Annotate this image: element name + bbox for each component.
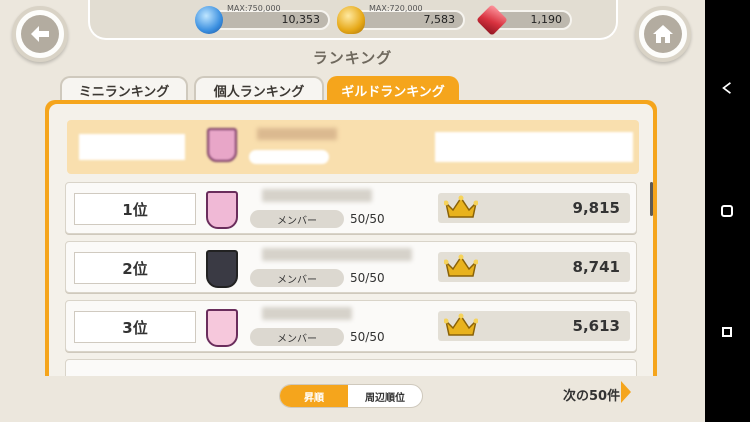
- app-screen: MAX:750,000 10,353 MAX:720,000 7,583 1,1…: [0, 0, 705, 422]
- member-count: 50/50: [350, 271, 385, 285]
- ranking-row[interactable]: 2位 メンバー 50/50 8,741: [65, 241, 637, 293]
- score-box: 8,741: [438, 252, 630, 282]
- my-score-box: [435, 132, 633, 162]
- resource-blue: MAX:750,000 10,353: [195, 4, 330, 34]
- nav-recents-icon[interactable]: [721, 326, 733, 338]
- resource-value: 1,190: [530, 13, 563, 26]
- rank-label: 3位: [74, 311, 196, 343]
- gold-heart-icon: [337, 6, 365, 34]
- resource-gold: MAX:720,000 7,583: [337, 4, 465, 34]
- nav-back-icon[interactable]: [721, 82, 733, 94]
- score-value: 5,613: [572, 317, 620, 335]
- resource-red: 1,190: [476, 4, 572, 36]
- rank-label: 2位: [74, 252, 196, 284]
- sort-nearby-button[interactable]: 周辺順位: [348, 385, 422, 407]
- resource-value: 10,353: [281, 13, 321, 26]
- tab-mini-ranking[interactable]: ミニランキング: [60, 76, 188, 102]
- resource-value: 7,583: [423, 13, 456, 26]
- guild-name: [262, 307, 352, 320]
- member-count: 50/50: [350, 212, 385, 226]
- resource-max-label: MAX:720,000: [369, 4, 423, 13]
- resource-max-label: MAX:750,000: [227, 4, 281, 13]
- crown-icon: [444, 195, 478, 218]
- next-arrow-icon[interactable]: [621, 381, 631, 403]
- tab-guild-ranking[interactable]: ギルドランキング: [327, 76, 459, 102]
- guild-emblem-icon: [206, 309, 238, 347]
- tab-personal-ranking[interactable]: 個人ランキング: [194, 76, 324, 102]
- rank-label: 1位: [74, 193, 196, 225]
- scrollbar[interactable]: [650, 182, 653, 216]
- my-guild-emblem: [207, 128, 237, 162]
- guild-emblem-icon: [206, 191, 238, 229]
- android-nav-bar: [705, 0, 750, 422]
- crown-icon: [444, 254, 478, 277]
- sort-toggle: 昇順 周辺順位: [279, 384, 423, 408]
- score-value: 8,741: [572, 258, 620, 276]
- next-page-label[interactable]: 次の50件: [563, 385, 620, 404]
- my-guild-row[interactable]: [67, 120, 639, 174]
- my-guild-name: [257, 128, 337, 140]
- member-label: メンバー: [250, 210, 344, 228]
- guild-name: [262, 248, 412, 261]
- member-label: メンバー: [250, 269, 344, 287]
- page-title: ランキング: [312, 49, 393, 67]
- my-rank-box: [79, 134, 185, 160]
- nav-home-icon[interactable]: [721, 205, 733, 217]
- ranking-list: 1位 メンバー 50/50 9,815 2位 メンバー 50/50 8,741 …: [49, 104, 653, 422]
- ranking-row[interactable]: 3位 メンバー 50/50 5,613: [65, 300, 637, 352]
- member-count: 50/50: [350, 330, 385, 344]
- member-label: メンバー: [250, 328, 344, 346]
- my-member-pill: [249, 150, 329, 164]
- score-box: 9,815: [438, 193, 630, 223]
- guild-name: [262, 189, 372, 202]
- score-value: 9,815: [572, 199, 620, 217]
- crown-icon: [444, 313, 478, 336]
- footer-bar: 昇順 周辺順位 次の50件: [0, 376, 705, 422]
- score-box: 5,613: [438, 311, 630, 341]
- guild-emblem-icon: [206, 250, 238, 288]
- ranking-panel: 1位 メンバー 50/50 9,815 2位 メンバー 50/50 8,741 …: [45, 100, 657, 422]
- blue-orb-icon: [195, 6, 223, 34]
- sort-ascending-button[interactable]: 昇順: [280, 385, 348, 407]
- ranking-row[interactable]: 1位 メンバー 50/50 9,815: [65, 182, 637, 234]
